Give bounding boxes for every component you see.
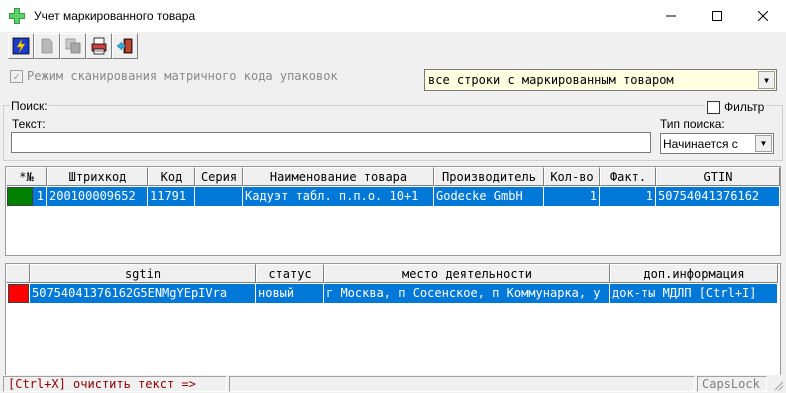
status-hint: [Ctrl+X] очистить текст =>: [3, 376, 227, 392]
row-filter-value: все строки с маркированным товаром: [428, 73, 674, 87]
checkbox-icon: [707, 100, 720, 114]
col-header-qty[interactable]: Кол-во: [544, 167, 600, 186]
cell-barcode[interactable]: 200100009652: [47, 187, 148, 206]
col-header-code[interactable]: Код: [148, 167, 195, 186]
resize-grip-icon[interactable]: [772, 379, 784, 391]
cell-sgtin[interactable]: 50754041376162G5ENMgYEpIVra: [30, 284, 256, 303]
document-icon: [41, 38, 53, 54]
search-type-select[interactable]: Начинается с ▼: [660, 133, 774, 154]
capslock-indicator: CapsLock: [697, 376, 767, 392]
lightning-icon: [12, 37, 30, 55]
cell-manufacturer[interactable]: Godecke GmbH: [434, 187, 544, 206]
window-title: Учет маркированного товара: [34, 9, 196, 23]
run-button[interactable]: [8, 33, 34, 59]
minimize-icon: [666, 15, 676, 17]
title-bar: Учет маркированного товара: [0, 0, 786, 32]
copy-button[interactable]: [60, 33, 86, 59]
goods-table[interactable]: *№ Штрихкод Код Серия Наименование товар…: [5, 166, 781, 256]
cell-status[interactable]: новый: [256, 284, 324, 303]
col-header-fact[interactable]: Факт.: [600, 167, 656, 186]
app-cross-icon: [9, 8, 25, 24]
new-document-button[interactable]: [34, 33, 60, 59]
search-type-value: Начинается с: [663, 137, 738, 151]
search-text-input[interactable]: [11, 132, 651, 153]
cell-gtin[interactable]: 50754041376162: [656, 187, 780, 206]
text-label: Текст:: [12, 117, 46, 131]
col-header-barcode[interactable]: Штрихкод: [47, 167, 148, 186]
col-header-product-name[interactable]: Наименование товара: [243, 167, 434, 186]
sgtin-table[interactable]: sgtin статус место деятельности доп.инфо…: [5, 263, 781, 376]
print-button[interactable]: [86, 33, 112, 59]
row-filter-select[interactable]: все строки с маркированным товаром ▼: [424, 69, 777, 91]
checkmark-icon: ✓: [10, 69, 23, 83]
dropdown-arrow-icon[interactable]: ▼: [758, 71, 775, 89]
exit-button[interactable]: [112, 33, 138, 59]
copy-icon: [65, 38, 81, 54]
filter-checkbox[interactable]: Фильтр: [705, 100, 767, 114]
search-group-label: Поиск:: [10, 99, 49, 113]
cell-series[interactable]: [195, 187, 243, 206]
col-header-marker[interactable]: [6, 264, 30, 283]
col-header-location[interactable]: место деятельности: [324, 264, 610, 283]
cell-qty[interactable]: 1: [544, 187, 600, 206]
row-marker: [8, 284, 29, 303]
maximize-button[interactable]: [694, 0, 740, 32]
status-middle: [229, 376, 695, 392]
cell-product-name[interactable]: Кадуэт табл. п.п.о. 10+1: [243, 187, 434, 206]
dropdown-arrow-icon[interactable]: ▼: [755, 135, 772, 152]
search-type-label: Тип поиска:: [660, 117, 725, 131]
cell-code[interactable]: 11791: [148, 187, 195, 206]
row-marker: [7, 187, 33, 206]
cell-location[interactable]: г Москва, п Сосенское, п Коммунарка, у: [324, 284, 610, 303]
minimize-button[interactable]: [648, 0, 694, 32]
printer-icon: [91, 37, 107, 55]
col-header-gtin[interactable]: GTIN: [656, 167, 780, 186]
filter-label: Фильтр: [724, 100, 765, 114]
scan-mode-label: Режим сканирования матричного кода упако…: [27, 69, 338, 83]
col-header-manufacturer[interactable]: Производитель: [434, 167, 544, 186]
exit-door-icon: [116, 38, 133, 54]
toolbar: [8, 33, 138, 59]
scan-mode-checkbox[interactable]: ✓ Режим сканирования матричного кода упа…: [10, 69, 338, 83]
cell-fact[interactable]: 1: [600, 187, 656, 206]
close-button[interactable]: [740, 0, 786, 32]
col-header-sgtin[interactable]: sgtin: [30, 264, 256, 283]
close-icon: [758, 11, 768, 21]
col-header-status[interactable]: статус: [256, 264, 324, 283]
maximize-icon: [712, 11, 722, 21]
status-bar: [Ctrl+X] очистить текст => CapsLock: [0, 375, 786, 393]
col-header-series[interactable]: Серия: [195, 167, 243, 186]
cell-extra-info[interactable]: док-ты МДЛП [Ctrl+I]: [610, 284, 778, 303]
col-header-extra-info[interactable]: доп.информация: [610, 264, 778, 283]
col-header-num[interactable]: *№: [6, 167, 47, 186]
cell-num[interactable]: 1: [33, 187, 47, 206]
